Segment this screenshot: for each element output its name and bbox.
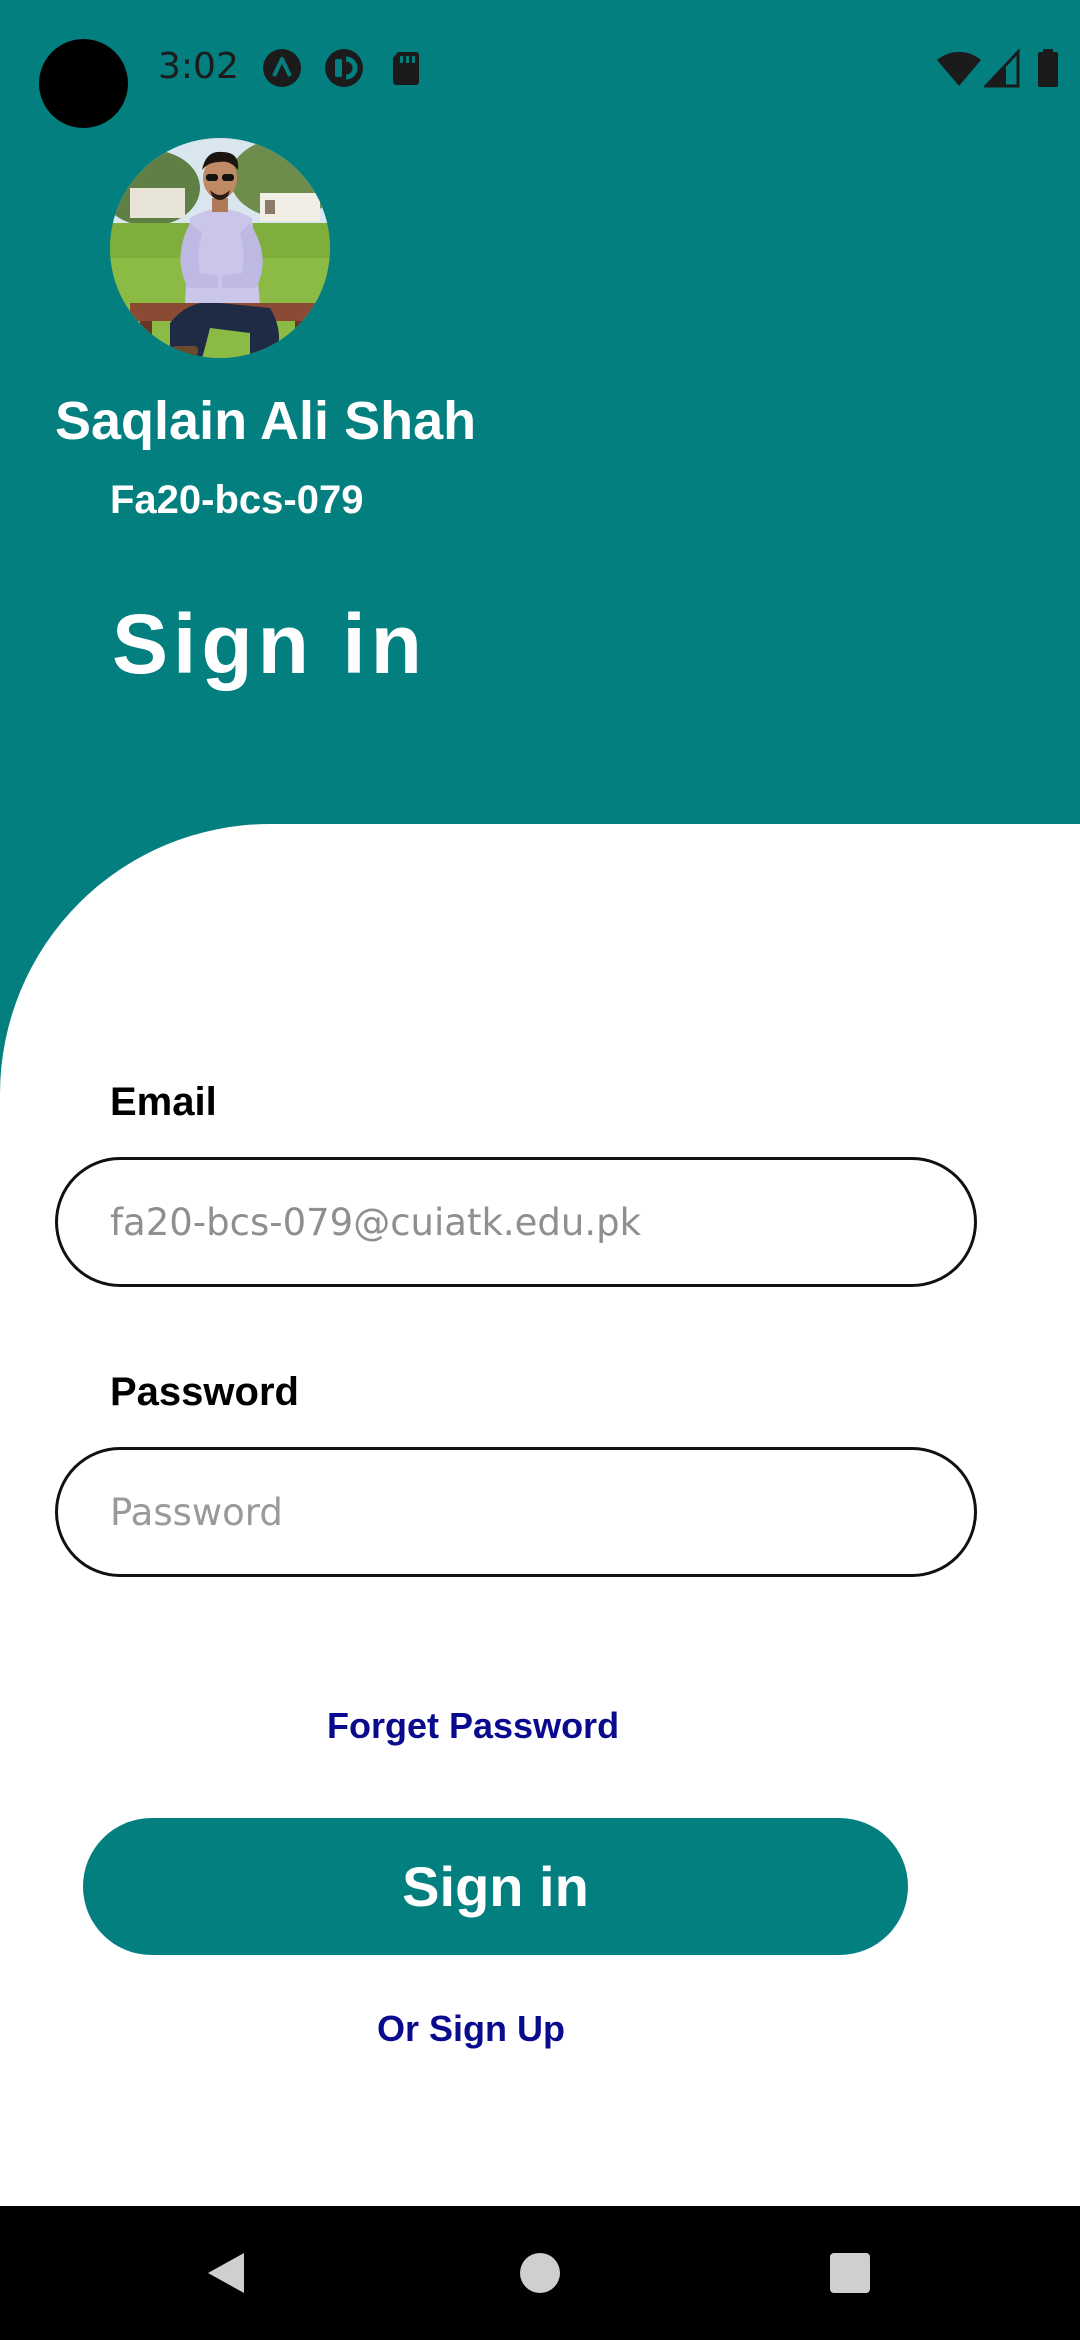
email-label: Email <box>110 1080 217 1124</box>
app-c-icon <box>325 49 363 87</box>
email-field[interactable] <box>110 1160 930 1284</box>
avatar <box>110 138 330 358</box>
recents-button[interactable] <box>790 2206 910 2340</box>
back-button[interactable] <box>166 2206 286 2340</box>
email-field-container <box>55 1157 977 1287</box>
wifi-icon <box>937 51 981 86</box>
sign-up-link[interactable]: Or Sign Up <box>377 2008 565 2050</box>
password-label: Password <box>110 1370 299 1414</box>
recents-icon <box>830 2253 870 2293</box>
sd-card-icon <box>393 52 419 85</box>
password-field[interactable] <box>110 1450 930 1574</box>
signal-icon <box>984 48 1020 88</box>
back-icon <box>208 2253 244 2293</box>
camera-cutout <box>39 39 128 128</box>
home-icon <box>520 2253 560 2293</box>
status-time: 3:02 <box>158 46 239 87</box>
profile-id: Fa20-bcs-079 <box>110 478 364 522</box>
forget-password-link[interactable]: Forget Password <box>327 1705 619 1747</box>
page-title: Sign in <box>112 597 427 691</box>
profile-photo <box>110 138 330 358</box>
password-field-container <box>55 1447 977 1577</box>
app-a-icon <box>263 49 301 87</box>
sign-in-button[interactable]: Sign in <box>83 1818 908 1955</box>
home-button[interactable] <box>480 2206 600 2340</box>
status-bar: 3:02 <box>0 0 1080 140</box>
battery-icon <box>1038 49 1058 87</box>
profile-name: Saqlain Ali Shah <box>55 391 477 451</box>
navigation-bar <box>0 2206 1080 2340</box>
